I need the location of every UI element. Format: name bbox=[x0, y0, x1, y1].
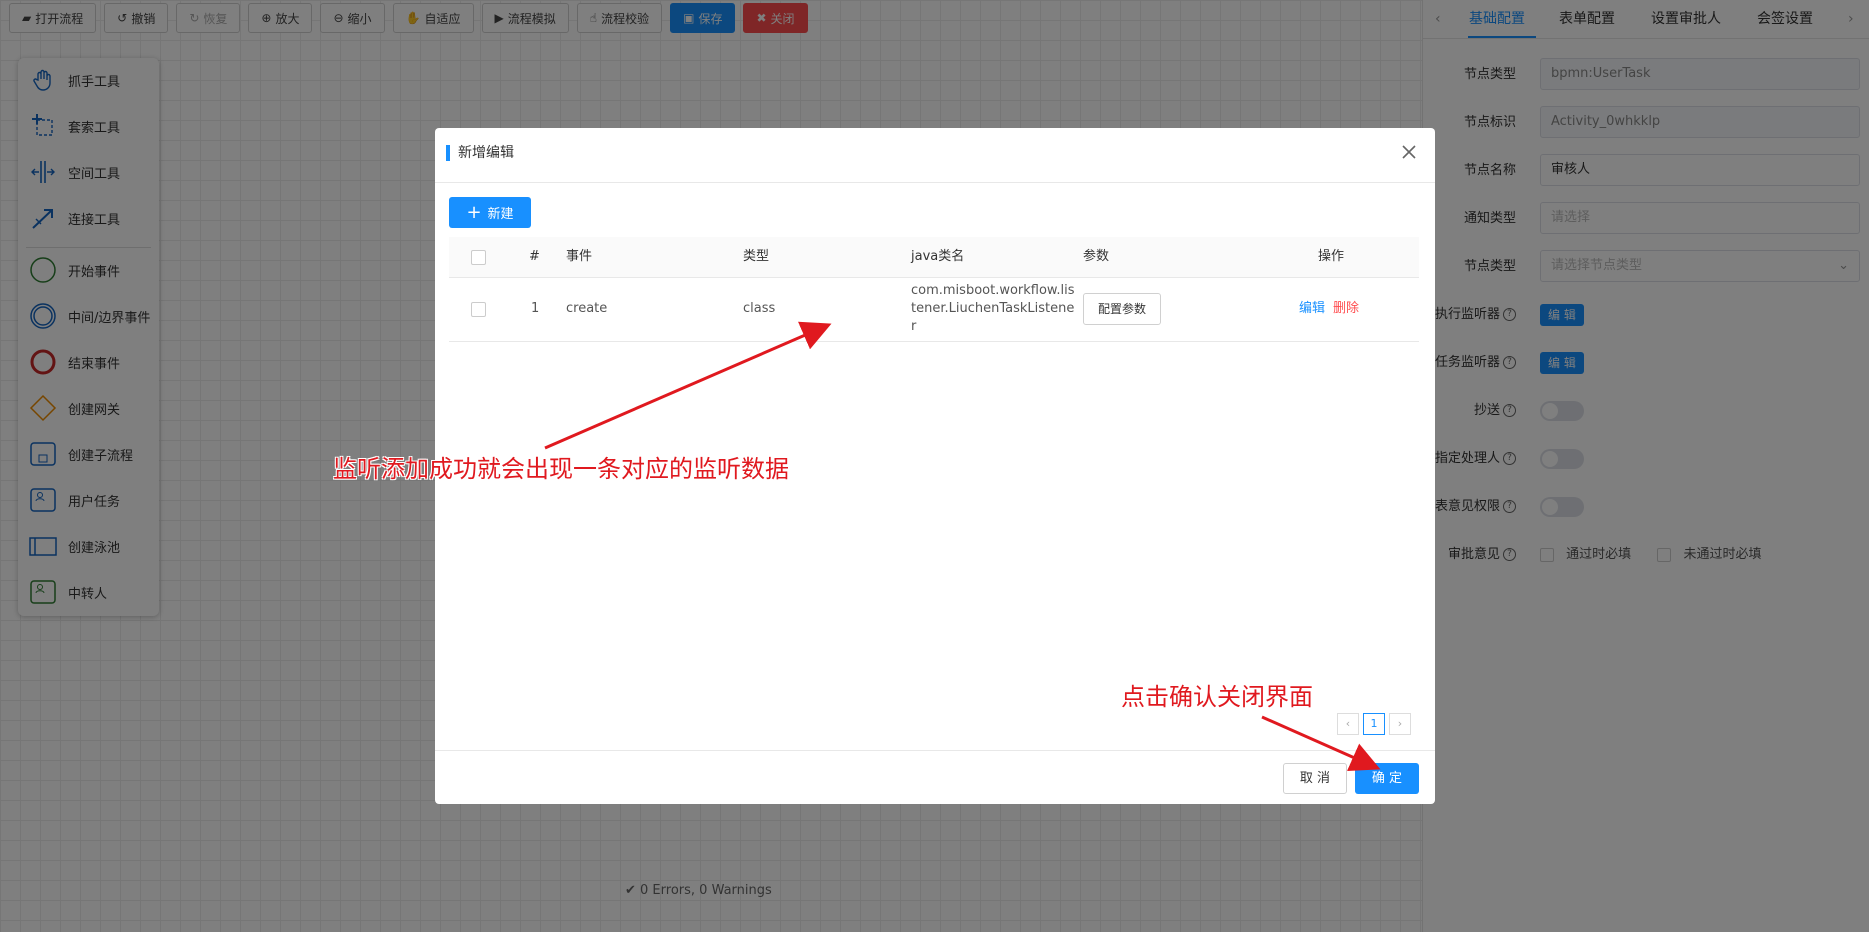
dialog-header: 新增编辑 bbox=[435, 128, 1435, 183]
config-params-button[interactable]: 配置参数 bbox=[1083, 293, 1162, 325]
confirm-button[interactable]: 确 定 bbox=[1355, 763, 1419, 794]
prev-page-icon[interactable]: ‹ bbox=[1337, 713, 1359, 735]
col-param: 参数 bbox=[1083, 249, 1110, 264]
select-all-checkbox[interactable] bbox=[471, 250, 486, 265]
close-icon[interactable] bbox=[1399, 142, 1419, 162]
dialog-footer: 取 消 确 定 bbox=[435, 750, 1435, 804]
cancel-button[interactable]: 取 消 bbox=[1283, 763, 1347, 794]
annotation-note-1: 监听添加成功就会出现一条对应的监听数据 bbox=[333, 455, 789, 483]
plus-icon: + bbox=[466, 201, 482, 223]
col-java: java类名 bbox=[911, 249, 965, 264]
annotation-note-2: 点击确认关闭界面 bbox=[1121, 683, 1313, 711]
col-action: 操作 bbox=[1318, 249, 1345, 264]
new-listener-button[interactable]: + 新建 bbox=[449, 197, 531, 228]
table-row: 1 create class com.misboot.workflow.list… bbox=[449, 277, 1419, 342]
dialog-title: 新增编辑 bbox=[458, 145, 514, 161]
row-checkbox[interactable] bbox=[471, 302, 486, 317]
table-header: # 事件 类型 java类名 参数 操作 bbox=[449, 237, 1419, 278]
col-event: 事件 bbox=[566, 249, 593, 264]
edit-link[interactable]: 编辑 bbox=[1299, 277, 1325, 341]
col-index: # bbox=[529, 249, 540, 264]
pagination: ‹ 1 › bbox=[1337, 713, 1411, 735]
col-type: 类型 bbox=[743, 249, 770, 264]
next-page-icon[interactable]: › bbox=[1389, 713, 1411, 735]
delete-link[interactable]: 删除 bbox=[1333, 277, 1359, 341]
page-number[interactable]: 1 bbox=[1363, 713, 1385, 735]
title-accent-bar bbox=[446, 145, 450, 161]
